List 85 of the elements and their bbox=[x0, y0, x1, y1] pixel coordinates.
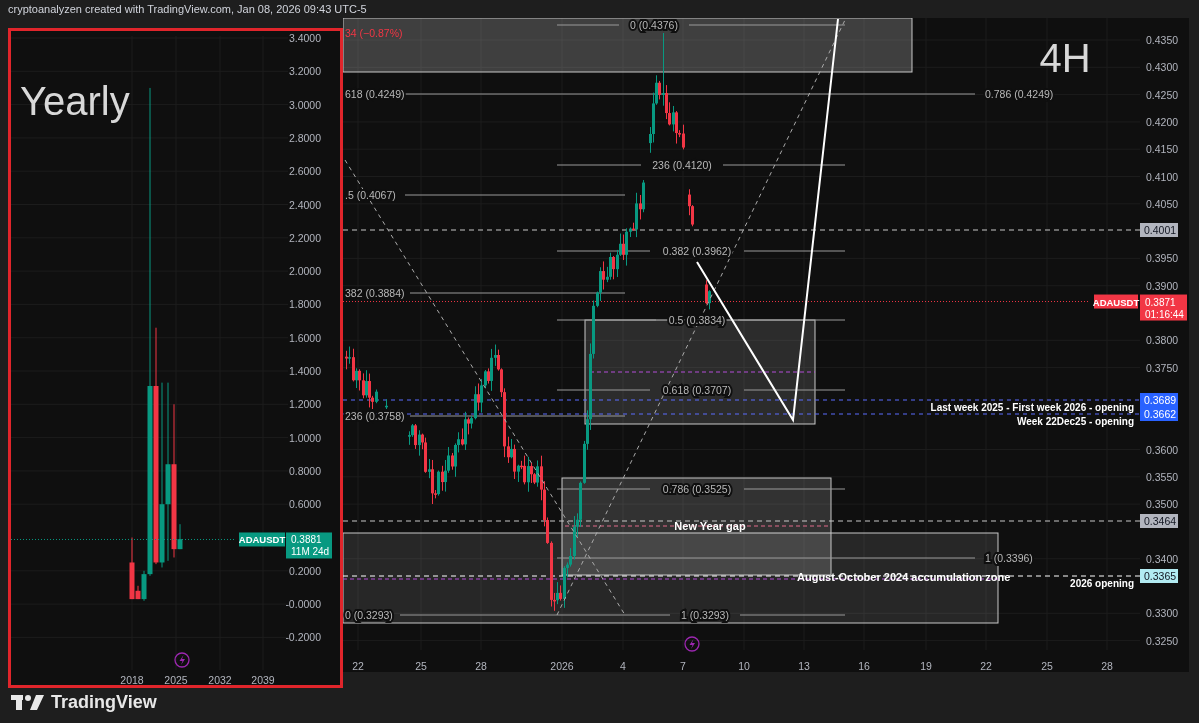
time-axis-label: 10 bbox=[738, 660, 750, 672]
price-axis-label: 1.0000 bbox=[288, 431, 321, 444]
price-tag: 0.3871 01:16:44 bbox=[1140, 294, 1187, 321]
timeframe-label: 4H bbox=[1039, 36, 1091, 80]
fib-level-label: 618 (0.4249) bbox=[345, 88, 405, 100]
price-axis-label: 0.3800 bbox=[1146, 334, 1179, 347]
price-axis-label: 3.2000 bbox=[288, 65, 321, 78]
price-tag: 0.3365 bbox=[1140, 569, 1178, 583]
time-axis-label: 16 bbox=[858, 660, 870, 672]
price-axis-label: 0.3250 bbox=[1146, 634, 1179, 647]
price-axis-label: 0.3300 bbox=[1146, 607, 1179, 620]
price-axis-label: 3.0000 bbox=[288, 98, 321, 111]
price-axis-label: 0.3950 bbox=[1146, 252, 1179, 265]
time-axis-label: 28 bbox=[475, 660, 487, 672]
fib-level-label: .5 (0.4067) bbox=[345, 189, 396, 201]
fib-level-label: 0.786 (0.4249) bbox=[985, 88, 1054, 100]
time-axis-label: 2025 bbox=[164, 674, 188, 685]
price-axis-label: 2.4000 bbox=[288, 198, 321, 211]
time-axis-label: 2039 bbox=[251, 674, 275, 685]
price-axis-label: -0.2000 bbox=[285, 631, 321, 644]
price-axis-label: 2.0000 bbox=[288, 265, 321, 278]
price-axis-label: 0.3750 bbox=[1146, 361, 1179, 374]
time-axis-label: 25 bbox=[1041, 660, 1053, 672]
price-axis-label: 0.4200 bbox=[1146, 115, 1179, 128]
fib-level-label: 0 (0.3293) bbox=[345, 609, 393, 621]
time-axis-label: 13 bbox=[798, 660, 810, 672]
price-axis-label: 1.4000 bbox=[288, 365, 321, 377]
price-axis-label: 0.4050 bbox=[1146, 197, 1179, 210]
price-axis-label: 0.3550 bbox=[1146, 470, 1179, 483]
lightning-icon[interactable] bbox=[684, 636, 700, 652]
price-axis-label: 0.4100 bbox=[1146, 170, 1179, 183]
fib-level-label: 382 (0.3884) bbox=[345, 287, 405, 299]
lightning-icon[interactable] bbox=[174, 652, 190, 668]
time-axis-label: 22 bbox=[352, 660, 364, 672]
price-tag: 0.3689 bbox=[1140, 393, 1178, 407]
time-axis-label: 28 bbox=[1101, 660, 1113, 672]
fib-level-label: 0.382 (0.3962) bbox=[662, 245, 732, 257]
price-tag: 0.3464 bbox=[1140, 514, 1178, 528]
price-tag: 0.3662 bbox=[1140, 407, 1178, 421]
price-axis-label: 0.6000 bbox=[288, 498, 321, 511]
price-axis-label: 1.8000 bbox=[288, 298, 321, 311]
price-axis-label: 0.4350 bbox=[1146, 34, 1179, 46]
time-axis-label: 4 bbox=[620, 660, 626, 672]
price-axis-label: 1.6000 bbox=[288, 331, 321, 344]
annotation-text: Week 22Dec25 - opening bbox=[1016, 416, 1134, 427]
fib-level-label: 236 (0.3758) bbox=[345, 410, 405, 422]
price-axis-label: 0.3900 bbox=[1146, 279, 1179, 292]
fib-level-label: 1 (0.3293) bbox=[681, 609, 729, 621]
price-axis-label: 0.4250 bbox=[1146, 88, 1179, 101]
annotation-text: 2026 opening bbox=[1070, 578, 1134, 589]
price-axis-label: 0.3500 bbox=[1146, 498, 1179, 511]
annotation-text: New Year gap bbox=[674, 520, 746, 532]
price-axis-label: 0.3400 bbox=[1146, 552, 1179, 565]
price-axis-label: -0.0000 bbox=[285, 598, 321, 611]
chart-title: Yearly bbox=[20, 79, 130, 123]
time-axis-label: 22 bbox=[980, 660, 992, 672]
price-change-text: 34 (−0.87%) bbox=[345, 27, 403, 39]
price-axis-label: 0.4300 bbox=[1146, 61, 1179, 74]
time-axis-label: 2032 bbox=[208, 674, 232, 685]
logo-icon bbox=[11, 694, 45, 711]
time-axis-label: 25 bbox=[415, 660, 427, 672]
price-axis-label: 0.8000 bbox=[288, 464, 321, 477]
price-axis-label: 1.2000 bbox=[288, 398, 321, 411]
price-axis-label: 0.4150 bbox=[1146, 143, 1179, 156]
time-axis-label: 19 bbox=[920, 660, 932, 672]
price-axis-label: 3.4000 bbox=[288, 32, 321, 44]
fib-level-label: 0.786 (0.3525) bbox=[662, 483, 732, 495]
price-axis-label: 2.2000 bbox=[288, 231, 321, 244]
fib-level-label: 236 (0.4120) bbox=[652, 159, 712, 171]
fib-level-label: 0 (0.4376) bbox=[630, 19, 678, 31]
price-axis-label: 2.6000 bbox=[288, 165, 321, 178]
price-axis-label: 0.3600 bbox=[1146, 443, 1179, 456]
logo-text: TradingView bbox=[51, 692, 157, 713]
price-axis-label: 2.8000 bbox=[288, 131, 321, 144]
price-tag: 0.3881 11M 24d bbox=[286, 532, 332, 559]
time-axis-label: 2026 bbox=[550, 660, 574, 672]
time-axis-label: 2018 bbox=[120, 674, 144, 685]
time-axis-label: 7 bbox=[680, 660, 686, 672]
price-tag: 0.4001 bbox=[1140, 223, 1178, 237]
annotation-text: August-October 2024 accumulation zone bbox=[797, 571, 1011, 583]
candle bbox=[385, 398, 388, 410]
fib-level-label: 0.618 (0.3707) bbox=[662, 384, 732, 396]
price-axis-label: 0.2000 bbox=[288, 564, 321, 577]
annotation-text: Last week 2025 - First week 2026 - opening bbox=[930, 402, 1134, 413]
header-text: cryptoanalyzen created with TradingView.com, Jan 08, 2026 09:43 UTC-5 bbox=[7, 2, 368, 17]
